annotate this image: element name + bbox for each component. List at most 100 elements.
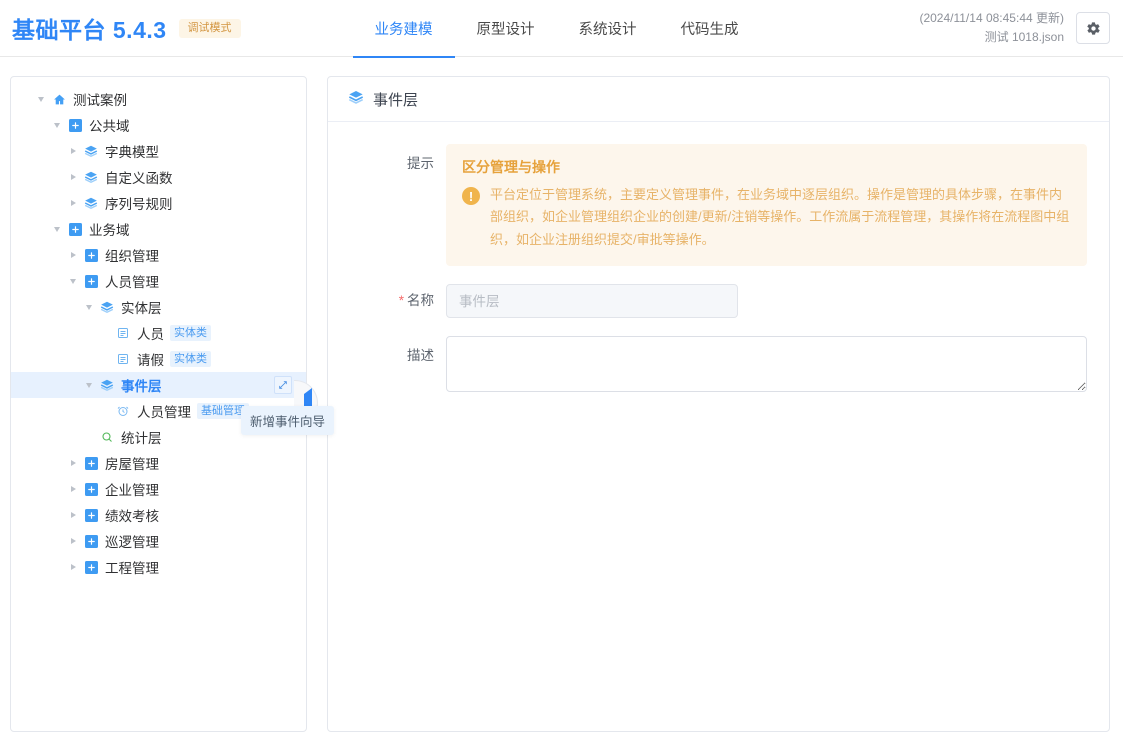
tree-node-leave-entity[interactable]: 请假 实体类 (11, 346, 306, 372)
tab-business-modeling[interactable]: 业务建模 (352, 0, 455, 58)
tree-node-org-management[interactable]: 组织管理 (11, 242, 306, 268)
top-header-bar: 基础平台 5.4.3 调试模式 业务建模 原型设计 系统设计 代码生成 (202… (0, 0, 1123, 58)
tree-node-label: 测试案例 (73, 93, 127, 108)
tree-node-person-entity[interactable]: 人员 实体类 (11, 320, 306, 346)
name-input[interactable] (446, 284, 738, 319)
tree-node-engineering-management[interactable]: 工程管理 (11, 554, 306, 580)
main-nav-tabs: 业务建模 原型设计 系统设计 代码生成 (352, 0, 761, 58)
tree-node-tag: 实体类 (170, 324, 211, 342)
tree-node-dictionary-model[interactable]: 字典模型 (11, 138, 306, 164)
caret-down-icon[interactable] (65, 278, 81, 284)
tip-control: 区分管理与操作 ! 平台定位于管理系统，主要定义管理事件，在业务域中逐层组织。操… (446, 144, 1109, 267)
tree-node-label: 人员 (137, 327, 164, 342)
tip-row: 提示 区分管理与操作 ! 平台定位于管理系统，主要定义管理事件，在业务域中逐层组… (328, 144, 1109, 267)
tab-system-design[interactable]: 系统设计 (557, 0, 659, 57)
tree-node-enterprise-management[interactable]: 企业管理 (11, 476, 306, 502)
name-row: * 名称 (328, 284, 1109, 319)
domain-icon (81, 248, 101, 262)
tree-node-patrol-management[interactable]: 巡逻管理 (11, 528, 306, 554)
caret-right-icon[interactable] (65, 200, 81, 206)
caret-right-icon[interactable] (65, 538, 81, 544)
tree-node-entity-layer[interactable]: 实体层 (11, 294, 306, 320)
layer-icon (97, 378, 117, 392)
tree-node-label: 组织管理 (105, 249, 159, 264)
detail-panel: 事件层 提示 区分管理与操作 ! 平台定位于管理系统，主要定义管理事件，在业务域… (327, 76, 1110, 732)
description-control (446, 336, 1109, 393)
entity-icon (113, 327, 133, 339)
tree-node-label: 事件层 (121, 379, 162, 394)
panel-title: 事件层 (373, 91, 419, 109)
tree-node-performance-review[interactable]: 绩效考核 (11, 502, 306, 528)
description-label: 描述 (407, 348, 434, 364)
clock-icon (113, 405, 133, 417)
alert-text: 平台定位于管理系统，主要定义管理事件，在业务域中逐层组织。操作是管理的具体步骤，… (490, 187, 1070, 247)
layer-icon (81, 144, 101, 158)
layer-icon (81, 196, 101, 210)
tree-node-house-management[interactable]: 房屋管理 (11, 450, 306, 476)
caret-right-icon[interactable] (65, 252, 81, 258)
name-label-text: 名称 (407, 293, 434, 309)
tree-node-label: 绩效考核 (105, 509, 159, 524)
add-event-wizard-tooltip: 新增事件向导 (241, 406, 335, 435)
caret-down-icon[interactable] (81, 304, 97, 310)
tree-node-personnel-management[interactable]: 人员管理 (11, 268, 306, 294)
settings-button[interactable] (1076, 12, 1110, 44)
caret-right-icon[interactable] (65, 148, 81, 154)
last-updated-text: (2024/11/14 08:45:44 更新) (919, 11, 1064, 26)
tab-code-generation[interactable]: 代码生成 (659, 0, 761, 57)
panel-header: 事件层 (328, 77, 1109, 122)
info-alert: 区分管理与操作 ! 平台定位于管理系统，主要定义管理事件，在业务域中逐层组织。操… (446, 144, 1087, 267)
caret-right-icon[interactable] (65, 174, 81, 180)
name-label: * 名称 (328, 284, 446, 318)
caret-right-icon[interactable] (65, 460, 81, 466)
tree-node-serial-rule[interactable]: 序列号规则 (11, 190, 306, 216)
caret-right-icon[interactable] (65, 486, 81, 492)
domain-icon (65, 222, 85, 236)
description-textarea[interactable] (446, 336, 1087, 393)
alert-title: 区分管理与操作 (462, 159, 560, 175)
file-meta: (2024/11/14 08:45:44 更新) 测试 1018.json (919, 9, 1064, 46)
caret-right-icon[interactable] (65, 564, 81, 570)
caret-down-icon[interactable] (49, 122, 65, 128)
tree-node-label: 字典模型 (105, 145, 159, 160)
description-row: 描述 (328, 336, 1109, 393)
domain-icon (81, 508, 101, 522)
tree-node-tag: 实体类 (170, 350, 211, 368)
caret-down-icon[interactable] (81, 382, 97, 388)
tree-node-label: 人员管理 (137, 405, 191, 420)
domain-icon (81, 274, 101, 288)
alert-main: ! 平台定位于管理系统，主要定义管理事件，在业务域中逐层组织。操作是管理的具体步… (462, 184, 1071, 251)
home-icon (49, 93, 69, 106)
model-tree: 测试案例 公共域 字典模型 自定义函数 序列号规则 业务域 组织管理 人员管理 … (11, 86, 306, 580)
app-title: 基础平台 5.4.3 (12, 17, 167, 43)
tab-prototype-design[interactable]: 原型设计 (455, 0, 557, 57)
current-file-name: 测试 1018.json (984, 30, 1064, 44)
tree-node-public-domain[interactable]: 公共域 (11, 112, 306, 138)
layer-icon (97, 300, 117, 314)
tree-node-label: 公共域 (89, 119, 130, 134)
debug-mode-badge: 调试模式 (178, 18, 241, 38)
tree-node-label: 工程管理 (105, 561, 159, 576)
entity-icon (113, 353, 133, 365)
tree-node-label: 业务域 (89, 223, 130, 238)
caret-down-icon[interactable] (49, 226, 65, 232)
gear-icon (1086, 21, 1101, 36)
tree-node-label: 巡逻管理 (105, 535, 159, 550)
tree-node-label: 统计层 (121, 431, 162, 446)
caret-down-icon[interactable] (33, 96, 49, 102)
tree-node-label: 自定义函数 (105, 171, 173, 186)
tree-node-label: 企业管理 (105, 483, 159, 498)
panel-body: 提示 区分管理与操作 ! 平台定位于管理系统，主要定义管理事件，在业务域中逐层组… (328, 122, 1109, 410)
caret-right-icon[interactable] (65, 512, 81, 518)
tree-node-custom-function[interactable]: 自定义函数 (11, 164, 306, 190)
page-body: 测试案例 公共域 字典模型 自定义函数 序列号规则 业务域 组织管理 人员管理 … (0, 57, 1123, 745)
tree-node-event-layer[interactable]: 事件层 (11, 372, 306, 398)
brand-area: 基础平台 5.4.3 调试模式 (0, 11, 241, 45)
model-tree-sidebar: 测试案例 公共域 字典模型 自定义函数 序列号规则 业务域 组织管理 人员管理 … (10, 76, 335, 732)
edit-square-icon (278, 378, 288, 393)
tree-node-label: 请假 (137, 353, 164, 368)
add-event-wizard-button[interactable] (274, 376, 292, 394)
tree-node-test-case[interactable]: 测试案例 (11, 86, 306, 112)
domain-icon (65, 118, 85, 132)
tree-node-business-domain[interactable]: 业务域 (11, 216, 306, 242)
